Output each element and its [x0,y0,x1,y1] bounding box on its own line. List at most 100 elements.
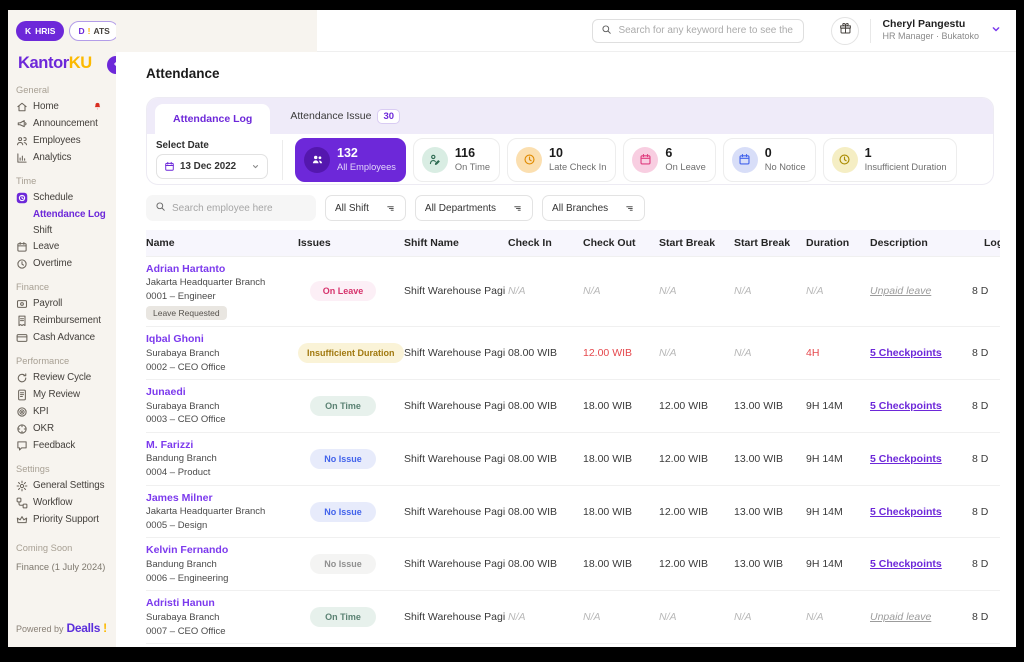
table-row: Adrian HartantoJakarta Headquarter Branc… [146,256,1000,327]
sidebar-item-announcement[interactable]: Announcement [8,115,116,132]
rewards-button[interactable] [831,17,859,45]
employee-name-link[interactable]: Adrian Hartanto [146,263,290,275]
sidebar-item-review-cycle[interactable]: Review Cycle [8,369,116,386]
page-title: Attendance [146,66,220,81]
coming-soon-item: Finance (1 July 2024) [16,562,108,572]
sidebar-item-analytics[interactable]: Analytics [8,149,116,166]
sidebar-item-my-review[interactable]: My Review [8,386,116,403]
sidebar: K HRIS D! ATS KantorKU GeneralHomeAnnoun… [8,10,116,647]
employee-branch: Bandung Branch [146,453,290,464]
issue-badge: No Issue [310,554,376,574]
employee-id-role: 0003 – CEO Office [146,414,290,425]
sidebar-section-title: Performance [8,346,116,369]
sidebar-section-settings: SettingsGeneral SettingsWorkflowPriority… [8,454,116,528]
sidebar-item-cash-advance[interactable]: Cash Advance [8,329,116,346]
issue-badge: No Issue [310,449,376,469]
employee-name-link[interactable]: James Milner [146,492,290,504]
sidebar-section-performance: PerformanceReview CycleMy ReviewKPIOKRFe… [8,346,116,454]
employee-name-link[interactable]: Junaedi [146,386,290,398]
filter-dropdown-all-shift[interactable]: All Shift [325,195,406,221]
column-header-check-out-4: Check Out [583,230,659,256]
date-picker[interactable]: 13 Dec 2022 [156,154,268,179]
stat-card-late-check-in[interactable]: 10Late Check In [507,138,616,182]
employee-search-input[interactable] [172,203,307,214]
calendar-icon [16,241,28,253]
date-value: 13 Dec 2022 [180,161,236,172]
chevron-left-icon [111,56,116,74]
people-icon [304,147,330,173]
leave-requested-tag: Leave Requested [146,306,227,320]
column-header-shift-name-2: Shift Name [404,230,508,256]
stat-card-no-notice[interactable]: 0No Notice [723,138,816,182]
employee-branch: Surabaya Branch [146,348,290,359]
sidebar-item-employees[interactable]: Employees [8,132,116,149]
sidebar-item-priority-support[interactable]: Priority Support [8,511,116,528]
stat-card-all-employees[interactable]: 132All Employees [295,138,406,182]
sidebar-item-kpi[interactable]: KPI [8,403,116,420]
checkpoints-link[interactable]: 5 Checkpoints [870,558,942,570]
log-cell: 8 D [972,591,1000,644]
sidebar-item-feedback[interactable]: Feedback [8,437,116,454]
global-search-input[interactable] [618,25,795,36]
column-header-issues-1: Issues [298,230,404,256]
user-menu-button[interactable] [990,22,1002,40]
sidebar-item-schedule[interactable]: Schedule [8,189,116,206]
table-row: Iqbal GhoniSurabaya Branch0002 – CEO Off… [146,327,1000,380]
stat-card-on-leave[interactable]: 6On Leave [623,138,715,182]
checkpoints-link[interactable]: 5 Checkpoints [870,453,942,465]
card-icon [16,332,28,344]
sidebar-item-shift[interactable]: Shift [8,222,116,238]
employee-name-link[interactable]: Kelvin Fernando [146,544,290,556]
user-name: Cheryl Pangestu [882,18,979,32]
sidebar-item-overtime[interactable]: Overtime [8,255,116,272]
sidebar-item-payroll[interactable]: Payroll [8,295,116,312]
filter-dropdown-all-branches[interactable]: All Branches [542,195,645,221]
table-row: M. FarizziBandung Branch0004 – ProductNo… [146,432,1000,485]
stat-card-insufficient-duration[interactable]: 1Insufficient Duration [823,138,957,182]
summary-bar: Select Date 13 Dec 2022 132All Employees… [147,134,993,185]
employee-name-link[interactable]: Adristi Hanun [146,597,290,609]
column-header-duration-7: Duration [806,230,870,256]
checkpoints-link[interactable]: 5 Checkpoints [870,347,942,359]
sidebar-item-okr[interactable]: OKR [8,420,116,437]
sidebar-item-workflow[interactable]: Workflow [8,494,116,511]
calendar-icon [164,161,175,172]
issue-count-badge: 30 [377,109,400,124]
kantorku-logo: KantorKU [8,41,116,73]
filter-dropdown-all-departments[interactable]: All Departments [415,195,533,221]
log-cell: 8 D [972,432,1000,485]
stat-value: 132 [337,146,396,162]
filter-icon [512,203,523,214]
tab-attendance-log[interactable]: Attendance Log [155,104,270,134]
hris-logo-icon: K [25,26,31,36]
user-info[interactable]: Cheryl Pangestu HR Manager · Bukatoko [882,18,979,43]
employee-id-role: 0006 – Engineering [146,573,290,584]
sidebar-item-attendance-log[interactable]: Attendance Log [8,206,116,222]
clock-icon [16,258,28,270]
employee-name-link[interactable]: Iqbal Ghoni [146,333,290,345]
sidebar-item-leave[interactable]: Leave [8,238,116,255]
sidebar-section-general: GeneralHomeAnnouncementEmployeesAnalytic… [8,75,116,166]
stat-card-on-time[interactable]: 116On Time [413,138,500,182]
sidebar-item-reimbursement[interactable]: Reimbursement [8,312,116,329]
stat-label: On Leave [665,162,705,174]
clock-icon [832,147,858,173]
filter-icon [624,203,635,214]
employee-name-link[interactable]: M. Farizzi [146,439,290,451]
global-search[interactable] [592,19,804,43]
tab-attendance-issue[interactable]: Attendance Issue 30 [290,98,400,134]
brand-strip [116,10,317,52]
chat-icon [16,440,28,452]
hris-product-button[interactable]: K HRIS [16,21,64,41]
employee-search[interactable] [146,195,316,221]
log-cell: 8 D [972,538,1000,591]
checkpoints-link[interactable]: 5 Checkpoints [870,506,942,518]
sidebar-item-home[interactable]: Home [8,98,116,115]
description-text: Unpaid leave [870,285,931,297]
table-row: Dea Seva RiskaBandung BranchNo IssueShif… [146,643,1000,647]
checkpoints-link[interactable]: 5 Checkpoints [870,400,942,412]
person-icon [422,147,448,173]
sidebar-item-general-settings[interactable]: General Settings [8,477,116,494]
ats-product-button[interactable]: D! ATS [69,21,116,41]
sidebar-section-time: TimeScheduleAttendance LogShiftLeaveOver… [8,166,116,272]
